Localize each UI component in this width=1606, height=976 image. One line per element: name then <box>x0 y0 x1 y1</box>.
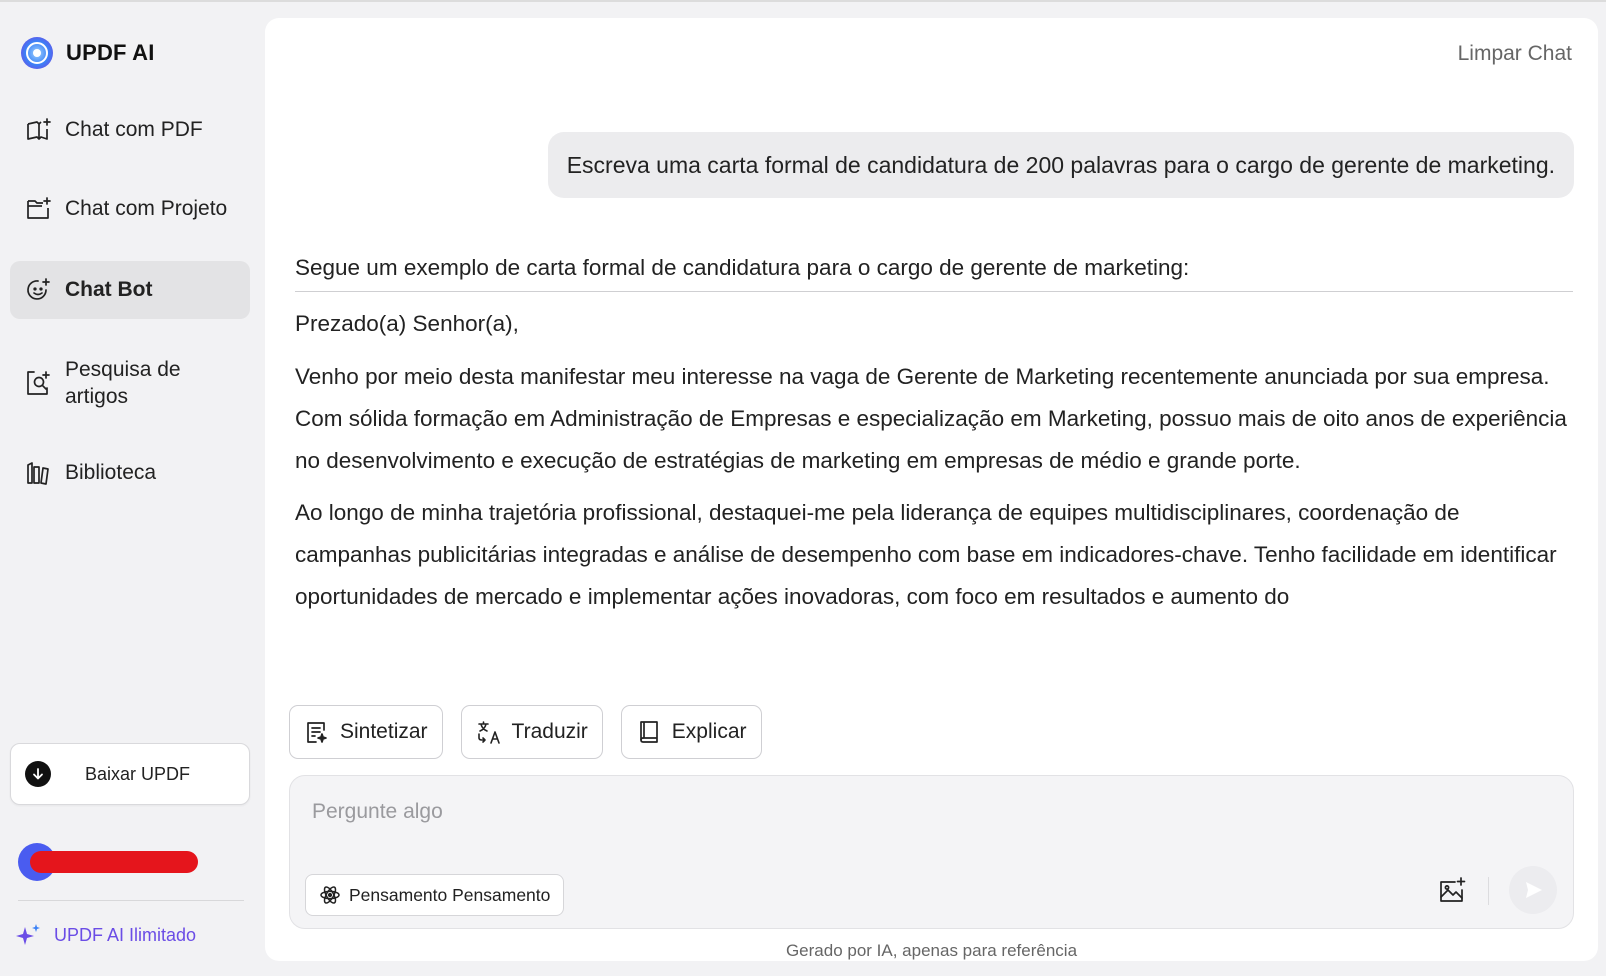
response-greeting: Prezado(a) Senhor(a), <box>295 311 519 336</box>
sidebar-item-chat-pdf[interactable]: Chat com PDF <box>10 101 250 159</box>
folder-sparkle-icon <box>27 197 51 219</box>
sidebar-item-chat-bot[interactable]: Chat Bot <box>10 261 250 319</box>
composer-divider <box>1488 877 1489 905</box>
updf-ai-logo-icon <box>21 37 53 69</box>
sidebar-item-label: Chat com PDF <box>65 118 203 141</box>
user-message-text: Escreva uma carta formal de candidatura … <box>566 151 1555 178</box>
sidebar-item-biblioteca[interactable]: Biblioteca <box>10 444 250 502</box>
ai-disclaimer: Gerado por IA, apenas para referência <box>785 941 1078 960</box>
send-button[interactable] <box>1509 866 1557 914</box>
sidebar-item-label: Biblioteca <box>65 461 157 484</box>
quick-actions: Sintetizar Traduzir Explicar <box>289 705 762 759</box>
thinking-toggle-button[interactable]: Pensamento Pensamento <box>305 874 565 916</box>
image-upload-icon[interactable] <box>1437 876 1467 906</box>
summarize-button[interactable]: Sintetizar <box>289 705 443 759</box>
summarize-label: Sintetizar <box>340 720 428 743</box>
download-icon <box>25 761 51 787</box>
redacted-username <box>30 851 198 873</box>
message-composer: Pensamento Pensamento <box>289 775 1574 929</box>
response-paragraph: Venho por meio desta manifestar meu inte… <box>295 364 1567 473</box>
sidebar-item-label: Pesquisa de artigos <box>65 358 181 408</box>
translate-icon <box>477 721 500 744</box>
brand-name: UPDF AI <box>66 40 155 65</box>
clear-chat-button[interactable]: Limpar Chat <box>1458 42 1572 66</box>
sidebar-item-chat-projeto[interactable]: Chat com Projeto <box>10 180 250 238</box>
atom-icon <box>320 886 340 904</box>
response-intro: Segue um exemplo de carta formal de cand… <box>295 244 1573 292</box>
summarize-icon <box>307 722 327 743</box>
document-search-icon <box>27 371 50 395</box>
user-message-bubble: Escreva uma carta formal de candidatura … <box>547 132 1574 198</box>
thinking-label: Pensamento Pensamento <box>349 884 551 905</box>
user-profile[interactable] <box>18 843 198 881</box>
sparkle-icon <box>16 924 40 945</box>
message-input[interactable] <box>312 800 1412 840</box>
sidebar-item-pesquisa-artigos[interactable]: Pesquisa de artigos <box>10 352 250 414</box>
explain-label: Explicar <box>671 720 747 743</box>
download-updf-button[interactable]: Baixar UPDF <box>10 743 250 805</box>
download-label: Baixar UPDF <box>85 763 191 784</box>
sidebar: UPDF AI Chat com PDF Chat com Projeto Ch… <box>0 0 264 976</box>
chat-panel: Limpar Chat Escreva uma carta formal de … <box>265 18 1598 961</box>
bot-face-icon <box>27 278 50 300</box>
book-sparkle-icon <box>27 118 51 140</box>
translate-label: Traduzir <box>511 720 588 743</box>
book-icon <box>639 721 658 743</box>
sidebar-divider <box>18 900 244 901</box>
send-icon <box>1526 882 1542 898</box>
response-paragraph: Ao longo de minha trajetória profissiona… <box>295 500 1557 609</box>
upgrade-link[interactable]: UPDF AI Ilimitado <box>16 923 196 947</box>
assistant-response: Segue um exemplo de carta formal de cand… <box>295 244 1573 678</box>
translate-button[interactable]: Traduzir <box>460 705 603 759</box>
library-icon <box>27 462 49 485</box>
explain-button[interactable]: Explicar <box>620 705 762 759</box>
upgrade-label: UPDF AI Ilimitado <box>54 924 197 945</box>
sidebar-item-label: Chat com Projeto <box>65 197 228 220</box>
brand: UPDF AI <box>20 36 155 70</box>
sidebar-item-label: Chat Bot <box>65 278 153 301</box>
